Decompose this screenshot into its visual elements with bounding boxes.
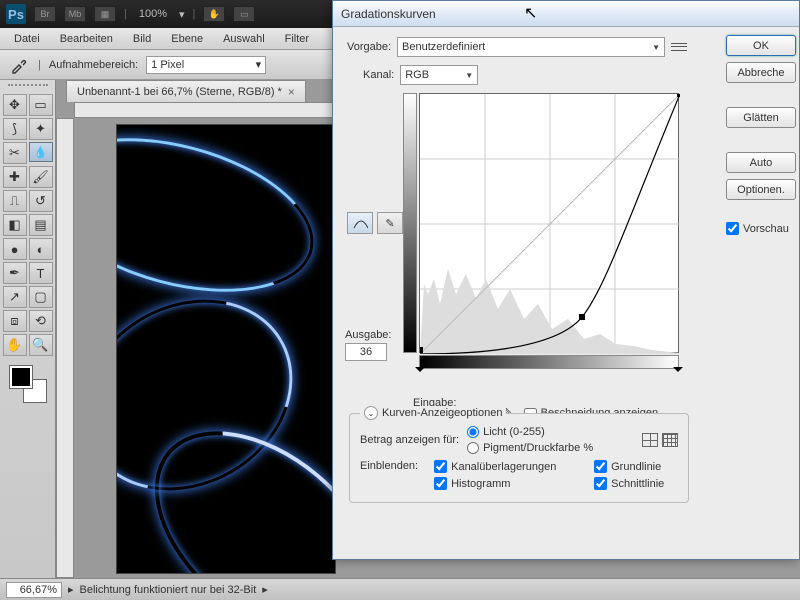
bridge-icon[interactable]: Br (34, 6, 56, 22)
tool-stamp[interactable]: ⎍ (3, 190, 27, 212)
black-point-slider[interactable] (415, 367, 425, 377)
tool-3d[interactable]: ⧈ (3, 310, 27, 332)
show-label: Einblenden: (360, 460, 418, 472)
tool-hand[interactable]: ✋ (3, 334, 27, 356)
curves-graph[interactable] (419, 93, 679, 353)
menu-bearbeiten[interactable]: Bearbeiten (50, 30, 123, 48)
color-swatches[interactable] (10, 366, 46, 402)
input-gradient (419, 355, 679, 369)
menu-filter[interactable]: Filter (275, 30, 319, 48)
foreground-swatch[interactable] (10, 366, 32, 388)
close-tab-icon[interactable]: × (288, 85, 295, 99)
preset-select[interactable]: Benutzerdefiniert▼ (397, 37, 665, 57)
grid-simple-icon[interactable] (642, 433, 658, 447)
minibridge-icon[interactable]: Mb (64, 6, 86, 22)
baseline-checkbox[interactable]: Grundlinie (594, 460, 714, 473)
dialog-button-column: OK Abbreche Glätten Auto Optionen. Vorsc… (722, 29, 800, 241)
overlay-checkbox[interactable]: Kanalüberlagerungen (434, 460, 584, 473)
smooth-button[interactable]: Glätten (726, 107, 796, 128)
tool-lasso[interactable]: ⟆ (3, 118, 27, 140)
grid-detailed-icon[interactable] (662, 433, 678, 447)
pencil-mode-button[interactable]: ✎ (377, 212, 403, 234)
document-tab[interactable]: Unbenannt-1 bei 66,7% (Sterne, RGB/8) * … (66, 80, 306, 102)
cancel-button[interactable]: Abbreche (726, 62, 796, 83)
output-label: Ausgabe: (345, 329, 391, 341)
intersection-checkbox[interactable]: Schnittlinie (594, 477, 714, 490)
tool-heal[interactable]: ✚ (3, 166, 27, 188)
preset-label: Vorgabe: (347, 41, 391, 53)
tool-gradient[interactable]: ▤ (29, 214, 53, 236)
document-canvas[interactable] (116, 124, 336, 574)
ruler-vertical[interactable] (56, 118, 74, 578)
status-more-icon[interactable]: ▸ (262, 583, 268, 596)
tool-history[interactable]: ↺ (29, 190, 53, 212)
light-radio[interactable]: Licht (0-255) (467, 426, 593, 438)
status-play-icon[interactable]: ▸ (68, 583, 74, 596)
panel-grip-icon[interactable] (8, 84, 48, 90)
tool-type[interactable]: T (29, 262, 53, 284)
tool-dodge[interactable]: ◐ (29, 238, 53, 260)
pigment-radio[interactable]: Pigment/Druckfarbe % (467, 442, 593, 454)
tool-zoom[interactable]: 🔍 (29, 334, 53, 356)
tool-indicator-icon (8, 54, 30, 76)
tools-panel: ✥ ▭ ⟆ ✦ ✂ 💧 ✚ 🖌 ⎍ ↺ ◧ ▤ ● ◐ ✒ T ↗ ▢ ⧈ ⟲ … (0, 80, 56, 578)
hand-icon[interactable]: ✋ (203, 6, 225, 22)
preset-menu-icon[interactable] (671, 40, 687, 54)
sample-size-label: Aufnahmebereich: (49, 59, 138, 71)
status-zoom[interactable]: 66,67% (6, 582, 62, 598)
menu-bild[interactable]: Bild (123, 30, 161, 48)
auto-button[interactable]: Auto (726, 152, 796, 173)
output-field-group: Ausgabe: (345, 329, 391, 361)
display-options-label: Kurven-Anzeigeoptionen (382, 407, 502, 419)
ps-logo-icon: Ps (6, 4, 26, 24)
tool-crop[interactable]: ✂ (3, 142, 27, 164)
status-bar: 66,67% ▸ Belichtung funktioniert nur bei… (0, 578, 800, 600)
tool-blur[interactable]: ● (3, 238, 27, 260)
tool-shape[interactable]: ▢ (29, 286, 53, 308)
tool-move[interactable]: ✥ (3, 94, 27, 116)
ok-button[interactable]: OK (726, 35, 796, 56)
collapse-icon[interactable]: ⌄ (364, 406, 378, 420)
tool-wand[interactable]: ✦ (29, 118, 53, 140)
histogram-checkbox[interactable]: Histogramm (434, 477, 584, 490)
status-message: Belichtung funktioniert nur bei 32-Bit (80, 584, 257, 596)
menu-datei[interactable]: Datei (4, 30, 50, 48)
tool-brush[interactable]: 🖌 (29, 166, 53, 188)
amount-label: Betrag anzeigen für: (360, 434, 459, 446)
output-input[interactable] (345, 343, 387, 361)
zoom-level[interactable]: 100% (139, 8, 167, 20)
display-options-group: ⌄Kurven-Anzeigeoptionen Betrag anzeigen … (349, 413, 689, 503)
curves-dialog: Gradationskurven Vorgabe: Benutzerdefini… (332, 0, 800, 560)
channel-select[interactable]: RGB▼ (400, 65, 478, 85)
tool-eyedropper[interactable]: 💧 (29, 142, 53, 162)
channel-label: Kanal: (363, 69, 394, 81)
tool-path[interactable]: ↗ (3, 286, 27, 308)
menu-ebene[interactable]: Ebene (161, 30, 213, 48)
output-gradient (403, 93, 417, 353)
curve-mode-button[interactable] (347, 212, 373, 234)
preview-checkbox[interactable]: Vorschau (726, 222, 796, 235)
white-point-slider[interactable] (673, 367, 683, 377)
document-tab-label: Unbenannt-1 bei 66,7% (Sterne, RGB/8) * (77, 86, 282, 98)
screenmode-icon[interactable]: ▦ (94, 6, 116, 22)
options-button[interactable]: Optionen. (726, 179, 796, 200)
view-icon[interactable]: ▭ (233, 6, 255, 22)
tool-3drot[interactable]: ⟲ (29, 310, 53, 332)
menu-auswahl[interactable]: Auswahl (213, 30, 275, 48)
tool-eraser[interactable]: ◧ (3, 214, 27, 236)
dialog-titlebar[interactable]: Gradationskurven (333, 1, 799, 27)
sample-size-select[interactable]: 1 Pixel▾ (146, 56, 266, 74)
tool-pen[interactable]: ✒ (3, 262, 27, 284)
tool-marquee[interactable]: ▭ (29, 94, 53, 116)
